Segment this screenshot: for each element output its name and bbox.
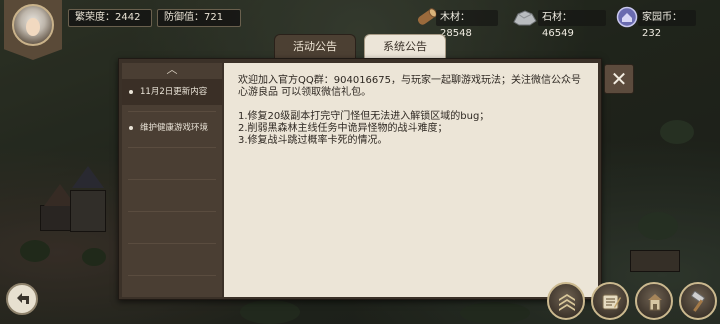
quest-scroll-icon [602,294,621,310]
tab-activity-notice[interactable]: 活动公告 [274,34,356,58]
close-button[interactable]: ✕ [604,64,634,94]
scroll-up-icon[interactable]: ︿ [122,63,222,77]
divider [128,275,216,276]
divider [128,147,216,148]
announcement-line-3: 3.修复战斗跳过概率卡死的情况。 [238,135,388,146]
sidebar-item-label: 维护健康游戏环境 [140,123,209,133]
hammer-icon [691,291,705,312]
bullet-icon [129,90,133,94]
home-coin-resource: 家园币：232 [638,10,696,39]
announcement-intro: 欢迎加入官方QQ群：904016675，与玩家一起聊游戏玩法；关注微信公众号 心… [238,75,582,98]
build-button[interactable] [635,282,673,320]
divider [128,211,216,212]
divider [128,111,216,112]
stone-icon [512,6,537,28]
back-button[interactable] [6,283,38,315]
announcement-line-1: 1.修复20级副本打完守门怪但无法进入解锁区域的bug； [238,111,490,122]
building-icon [648,294,662,311]
divider [128,179,216,180]
defense-stat: 防御值：721 [157,9,241,27]
stone-resource: 石材：46549 [538,10,606,39]
sidebar-item-healthy-gaming[interactable]: 维护健康游戏环境 [122,115,222,141]
player-avatar-frame[interactable] [4,0,62,60]
back-arrow-icon [17,293,29,304]
announcement-line-2: 2.削弱黑森林主线任务中诡异怪物的战斗难度； [238,123,448,134]
announcement-sidebar: ︿ 11月2日更新内容 维护健康游戏环境 [122,63,222,297]
bullet-icon [129,126,133,130]
home-coin-icon [616,6,640,28]
wood-resource: 木材：28548 [436,10,498,39]
divider [128,243,216,244]
log-icon [414,6,438,28]
sidebar-item-label: 11月2日更新内容 [140,87,208,97]
close-icon: ✕ [610,67,628,91]
tab-system-notice[interactable]: 系统公告 [364,34,446,58]
announcement-dialog: ︿ 11月2日更新内容 维护健康游戏环境 欢迎加入官方QQ群：904016675… [118,58,602,300]
rank-chevrons-icon [559,294,575,311]
avatar[interactable] [12,4,54,46]
rank-button[interactable] [547,282,585,320]
sidebar-item-nov2-update[interactable]: 11月2日更新内容 [122,79,222,105]
hammer-button[interactable] [679,282,717,320]
announcement-content: 欢迎加入官方QQ群：904016675，与玩家一起聊游戏玩法；关注微信公众号 心… [224,63,598,297]
quest-button[interactable] [591,282,629,320]
prosperity-stat: 繁荣度：2442 [68,9,152,27]
